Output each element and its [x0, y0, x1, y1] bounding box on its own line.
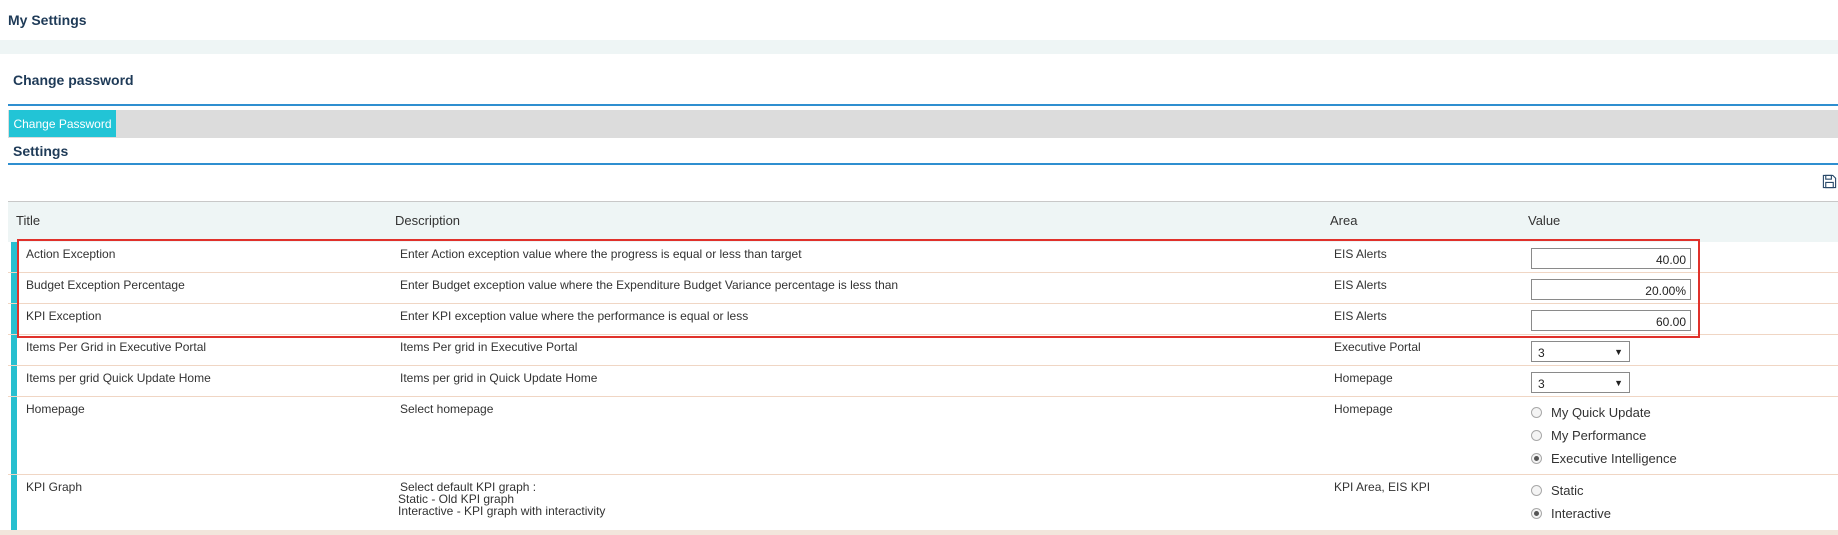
row-description: Enter KPI exception value where the perf… [400, 309, 749, 323]
radio-label: My Performance [1551, 427, 1647, 443]
description-line: Interactive - KPI graph with interactivi… [398, 504, 606, 518]
grid-header: Title Description Area Value [8, 202, 1838, 242]
row-accent [11, 273, 17, 303]
items-per-grid-select[interactable]: 3 ▼ [1531, 341, 1630, 362]
table-row: Items per grid Quick Update Home Items p… [8, 366, 1838, 397]
row-description: Items per grid in Quick Update Home [400, 371, 598, 385]
radio-option[interactable]: My Performance [1531, 426, 1646, 444]
row-accent [11, 242, 17, 272]
top-band [0, 40, 1838, 54]
row-area: EIS Alerts [1334, 247, 1387, 261]
radio-option[interactable]: My Quick Update [1531, 403, 1651, 421]
select-value: 3 [1538, 346, 1545, 360]
table-row: Action Exception Enter Action exception … [8, 242, 1838, 273]
radio-option[interactable]: Executive Intelligence [1531, 449, 1677, 467]
radio-label: Static [1551, 482, 1584, 498]
radio-label: Interactive [1551, 505, 1611, 521]
section-divider [8, 163, 1838, 165]
radio-button-selected[interactable] [1531, 452, 1542, 464]
radio-label: My Quick Update [1551, 404, 1651, 420]
row-title: Items Per Grid in Executive Portal [26, 340, 207, 354]
table-row: Homepage Select homepage Homepage My Qui… [8, 397, 1838, 475]
table-row: KPI Exception Enter KPI exception value … [8, 304, 1838, 335]
radio-button[interactable] [1531, 406, 1542, 418]
row-area: Homepage [1334, 371, 1393, 385]
settings-content: Change password Change Password Settings… [8, 54, 1838, 535]
table-row: Budget Exception Percentage Enter Budget… [8, 273, 1838, 304]
row-title: KPI Exception [26, 309, 102, 323]
row-description: Items Per grid in Executive Portal [400, 340, 578, 354]
column-header-description[interactable]: Description [395, 213, 460, 228]
row-area: Homepage [1334, 402, 1393, 416]
table-row: Items Per Grid in Executive Portal Items… [8, 335, 1838, 366]
settings-heading: Settings [13, 143, 69, 159]
button-bar [8, 110, 1838, 138]
save-icon[interactable] [1822, 174, 1837, 189]
row-accent [11, 335, 17, 365]
row-description: Enter Action exception value where the p… [400, 247, 802, 261]
row-area: EIS Alerts [1334, 309, 1387, 323]
change-password-heading: Change password [13, 72, 134, 88]
kpi-exception-input[interactable] [1531, 310, 1691, 331]
bottom-strip [0, 530, 1838, 535]
row-area: KPI Area, EIS KPI [1334, 480, 1431, 494]
row-title: Items per grid Quick Update Home [26, 371, 211, 385]
section-divider [8, 104, 1838, 106]
column-header-value[interactable]: Value [1528, 213, 1560, 228]
row-description: Select default KPI graph : Static - Old … [398, 481, 605, 517]
row-title: KPI Graph [26, 480, 83, 494]
settings-grid: Title Description Area Value Action Exce… [8, 201, 1838, 535]
row-description: Enter Budget exception value where the E… [400, 278, 899, 292]
change-password-button[interactable]: Change Password [9, 110, 116, 137]
row-title: Budget Exception Percentage [26, 278, 185, 292]
radio-button[interactable] [1531, 429, 1542, 441]
row-description: Select homepage [400, 402, 494, 416]
column-header-title[interactable]: Title [16, 213, 40, 228]
row-accent [11, 475, 17, 531]
row-accent [11, 304, 17, 334]
radio-option[interactable]: Static [1531, 481, 1584, 499]
radio-option[interactable]: Interactive [1531, 504, 1611, 522]
chevron-down-icon: ▼ [1614, 378, 1623, 388]
chevron-down-icon: ▼ [1614, 347, 1623, 357]
row-area: EIS Alerts [1334, 278, 1387, 292]
budget-exception-input[interactable] [1531, 279, 1691, 300]
select-value: 3 [1538, 377, 1545, 391]
table-row: KPI Graph Select default KPI graph : Sta… [8, 475, 1838, 532]
row-accent [11, 397, 17, 474]
radio-button[interactable] [1531, 484, 1542, 496]
column-header-area[interactable]: Area [1330, 213, 1357, 228]
row-area: Executive Portal [1334, 340, 1421, 354]
radio-button-selected[interactable] [1531, 507, 1542, 519]
radio-label: Executive Intelligence [1551, 450, 1677, 466]
row-title: Homepage [26, 402, 85, 416]
action-exception-input[interactable] [1531, 248, 1691, 269]
row-accent [11, 366, 17, 396]
page-title: My Settings [8, 12, 87, 28]
row-title: Action Exception [26, 247, 116, 261]
quick-update-items-select[interactable]: 3 ▼ [1531, 372, 1630, 393]
